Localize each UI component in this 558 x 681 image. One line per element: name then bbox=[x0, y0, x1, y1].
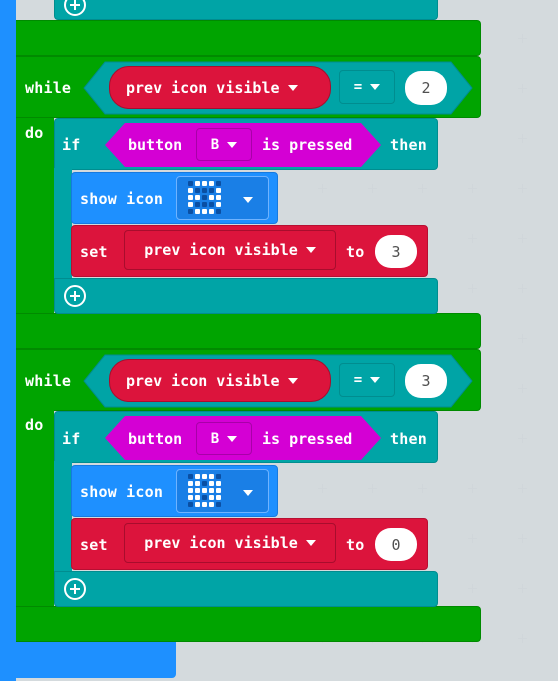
set-keyword: set bbox=[80, 536, 108, 554]
set-value-input[interactable]: 0 bbox=[375, 528, 417, 561]
chevron-down-icon[interactable] bbox=[227, 435, 238, 442]
set-keyword: set bbox=[80, 243, 108, 261]
is-pressed-label: is pressed bbox=[262, 430, 353, 448]
add-branch-icon[interactable] bbox=[64, 578, 86, 600]
do-keyword: do bbox=[25, 124, 44, 142]
to-keyword: to bbox=[346, 536, 365, 554]
show-icon-label: show icon bbox=[80, 190, 164, 208]
while-keyword: while bbox=[25, 79, 72, 97]
operator-dropdown[interactable]: = bbox=[339, 70, 395, 104]
show-icon-label: show icon bbox=[80, 483, 164, 501]
set-variable-dropdown[interactable]: prev icon visible bbox=[124, 523, 336, 563]
add-branch-icon[interactable] bbox=[64, 285, 86, 307]
variable-reporter-prev-icon-visible[interactable]: prev icon visible bbox=[109, 359, 331, 402]
set-value-input[interactable]: 3 bbox=[375, 235, 417, 268]
while-keyword: while bbox=[25, 372, 72, 390]
led-pattern-icon bbox=[186, 473, 226, 509]
outer-event-block[interactable] bbox=[0, 0, 16, 681]
button-choice-dropdown[interactable]: B bbox=[196, 128, 252, 161]
is-pressed-label: is pressed bbox=[262, 136, 353, 154]
do-keyword: do bbox=[25, 416, 44, 434]
previous-while-block-footer[interactable] bbox=[16, 20, 481, 56]
button-label: button bbox=[128, 136, 183, 154]
chevron-down-icon[interactable] bbox=[305, 247, 316, 253]
chevron-down-icon[interactable] bbox=[227, 141, 238, 148]
chevron-down-icon[interactable] bbox=[305, 540, 316, 546]
compare-value-input[interactable]: 3 bbox=[405, 364, 447, 398]
to-keyword: to bbox=[346, 243, 365, 261]
button-label: button bbox=[128, 430, 183, 448]
set-variable-dropdown[interactable]: prev icon visible bbox=[124, 230, 336, 270]
if-keyword: if bbox=[62, 136, 81, 154]
chevron-down-icon[interactable] bbox=[287, 377, 298, 384]
if-keyword: if bbox=[62, 430, 81, 448]
previous-if-block-footer[interactable] bbox=[54, 0, 438, 20]
chevron-down-icon[interactable] bbox=[243, 197, 253, 203]
chevron-down-icon[interactable] bbox=[287, 84, 298, 91]
variable-reporter-prev-icon-visible[interactable]: prev icon visible bbox=[109, 66, 331, 109]
chevron-down-icon[interactable] bbox=[243, 490, 253, 496]
button-choice-dropdown[interactable]: B bbox=[196, 422, 252, 455]
then-keyword: then bbox=[390, 430, 427, 448]
led-pattern-icon bbox=[186, 180, 226, 216]
compare-value-input[interactable]: 2 bbox=[405, 71, 447, 105]
operator-dropdown[interactable]: = bbox=[339, 363, 395, 397]
chevron-down-icon[interactable] bbox=[370, 377, 381, 383]
chevron-down-icon[interactable] bbox=[370, 84, 381, 90]
then-keyword: then bbox=[390, 136, 427, 154]
outer-event-block-footer[interactable] bbox=[0, 640, 176, 678]
